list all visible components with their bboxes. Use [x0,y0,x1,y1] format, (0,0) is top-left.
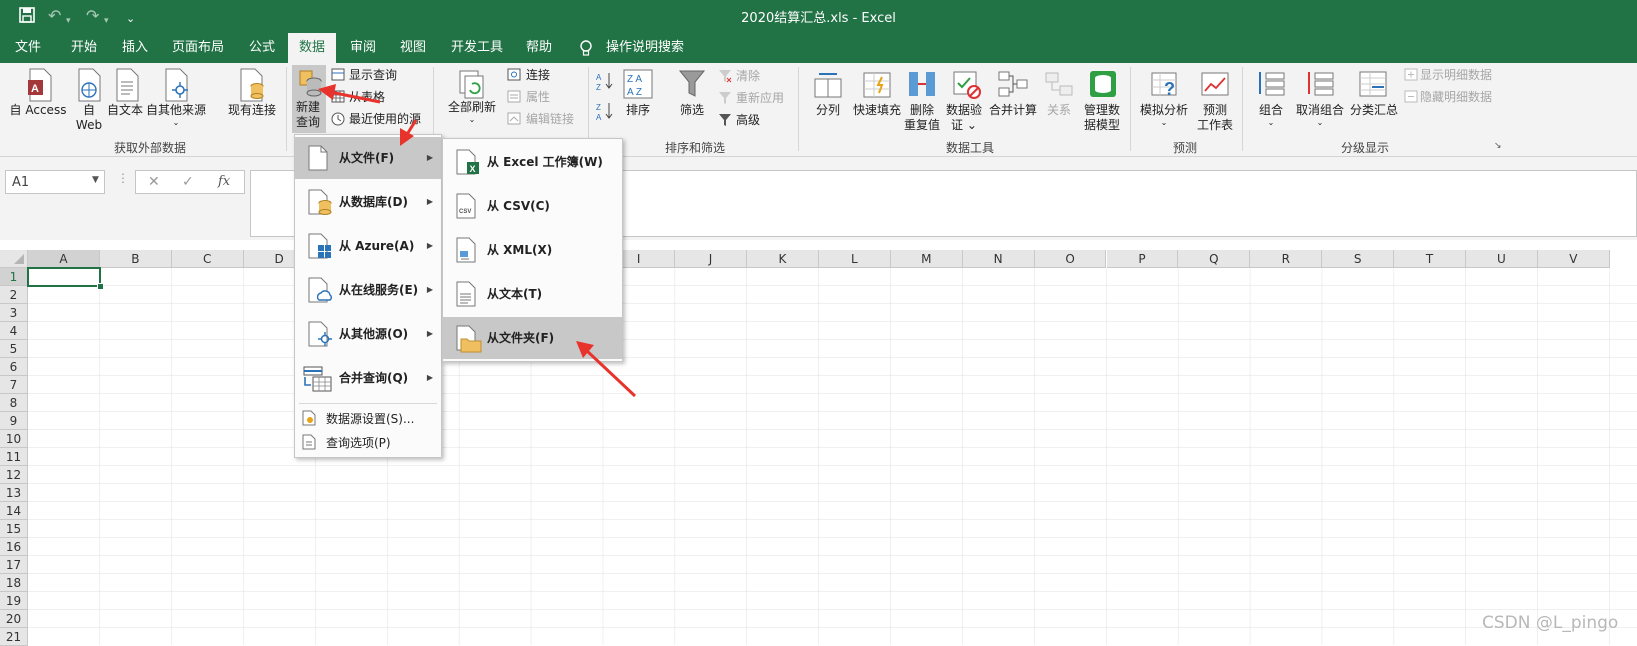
watermark: CSDN @L_pingo [1482,613,1619,633]
annotation-arrows [318,84,637,398]
